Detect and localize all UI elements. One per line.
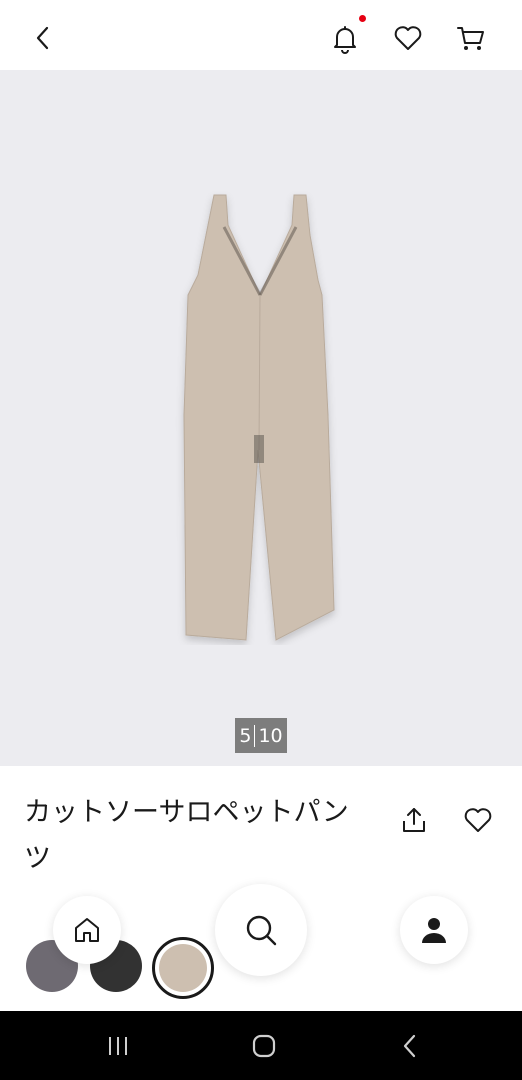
counter-separator [254,724,256,747]
system-navigation-bar [0,1011,522,1080]
system-home-button[interactable] [244,1026,284,1066]
favorite-button[interactable] [460,802,496,838]
favorites-button[interactable] [388,18,428,58]
color-swatch-beige-selected[interactable] [152,937,214,999]
product-title: カットソーサロペットパンツ [24,797,349,874]
home-icon [75,918,99,942]
search-icon [246,915,277,946]
color-swatch-beige-fill [159,944,207,992]
notifications-button[interactable] [325,15,366,58]
account-icon [422,918,446,943]
system-back-button[interactable] [390,1026,430,1066]
bell-icon [334,26,356,54]
product-image-gallery[interactable]: 5 10 [0,70,522,766]
share-button[interactable] [396,802,432,838]
home-circle-icon [252,1034,276,1058]
recent-apps-icon [109,1037,127,1055]
notification-dot [359,15,366,22]
heart-icon [394,26,422,50]
system-back-icon [403,1034,416,1058]
cart-button[interactable] [451,18,491,58]
image-counter-total: 10 [258,724,283,747]
home-button[interactable] [53,896,121,964]
search-button[interactable] [215,884,307,976]
favorite-icon [464,808,492,832]
image-counter-current: 5 [239,724,252,747]
cart-icon [457,27,484,50]
top-bar [0,0,522,70]
back-icon [36,26,49,50]
share-icon [403,808,425,832]
image-counter: 5 10 [235,718,287,753]
recent-apps-button[interactable] [98,1026,138,1066]
product-image [183,194,335,641]
account-button[interactable] [400,896,468,964]
back-button[interactable] [22,18,62,58]
